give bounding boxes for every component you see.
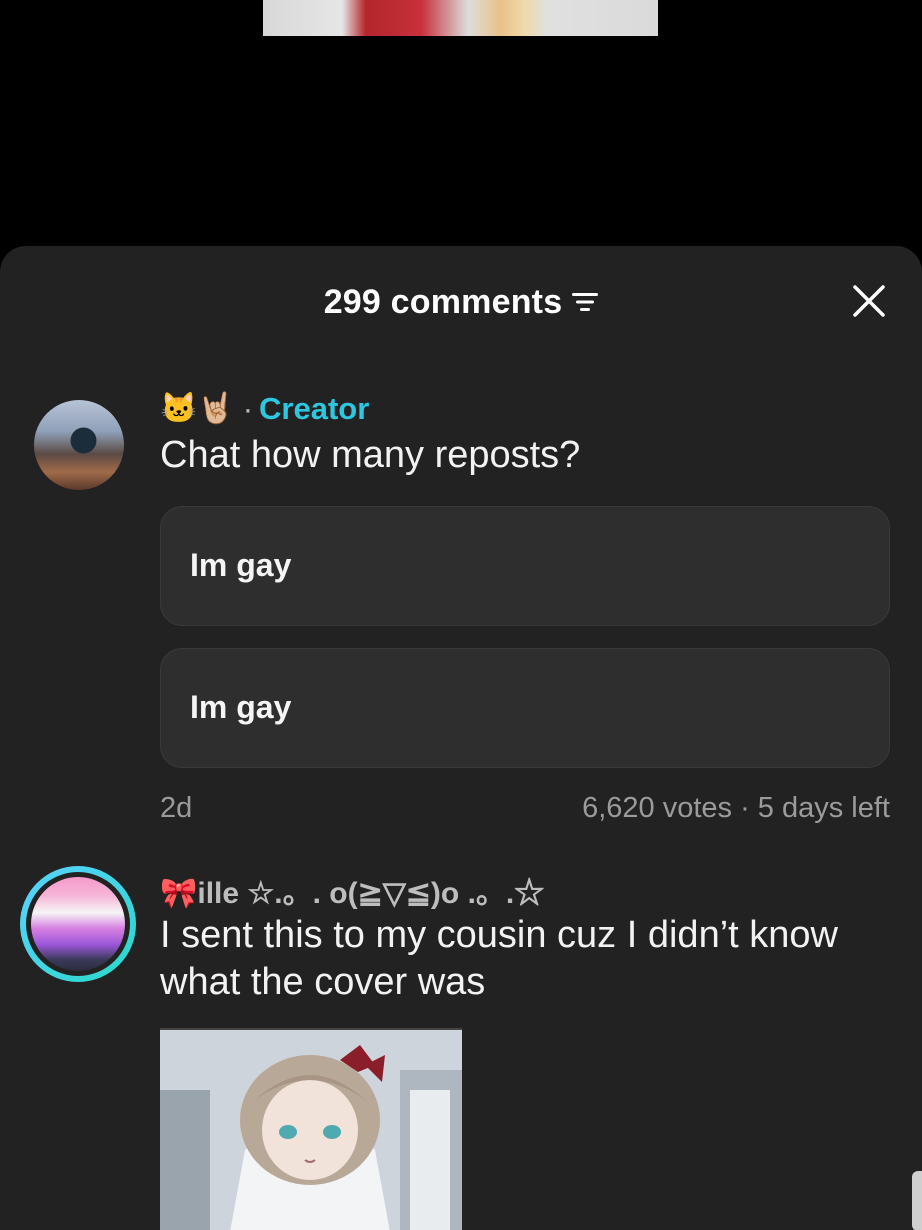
avatar[interactable]	[34, 400, 124, 490]
comment-image[interactable]	[160, 1028, 462, 1230]
video-thumbnail	[263, 0, 658, 36]
poll-option-label: Im gay	[190, 689, 292, 725]
scrollbar-thumb[interactable]	[912, 1171, 922, 1230]
comment-text: Chat how many reposts?	[160, 434, 581, 476]
comments-sheet: 299 comments 🐱🤘🏼 · Creator Chat how many…	[0, 246, 922, 1230]
poll-option[interactable]: Im gay	[160, 506, 890, 626]
avatar	[31, 877, 125, 971]
comments-header: 299 comments	[0, 282, 922, 322]
author-emoji: 🐱🤘🏼	[160, 392, 235, 425]
poll-votes-info: 6,620 votes · 5 days left	[582, 792, 890, 824]
author-separator: ·	[242, 391, 254, 426]
poll-option[interactable]: Im gay	[160, 648, 890, 768]
anime-character-image	[160, 1030, 462, 1230]
creator-badge: Creator	[259, 391, 370, 426]
comment-author[interactable]: 🐱🤘🏼 · Creator	[160, 389, 369, 429]
close-icon[interactable]	[852, 284, 886, 318]
avatar-story-ring[interactable]	[20, 866, 136, 982]
poll-option-label: Im gay	[190, 547, 292, 583]
comments-count: 299 comments	[323, 282, 563, 321]
comment-timestamp: 2d	[160, 792, 193, 824]
comment-text: I sent this to my cousin cuz I didn’t kn…	[160, 914, 838, 1003]
comment-author[interactable]: 🎀ille ☆.。. o(≧▽≦)o .。.☆	[160, 868, 544, 912]
filter-icon[interactable]	[572, 291, 599, 313]
